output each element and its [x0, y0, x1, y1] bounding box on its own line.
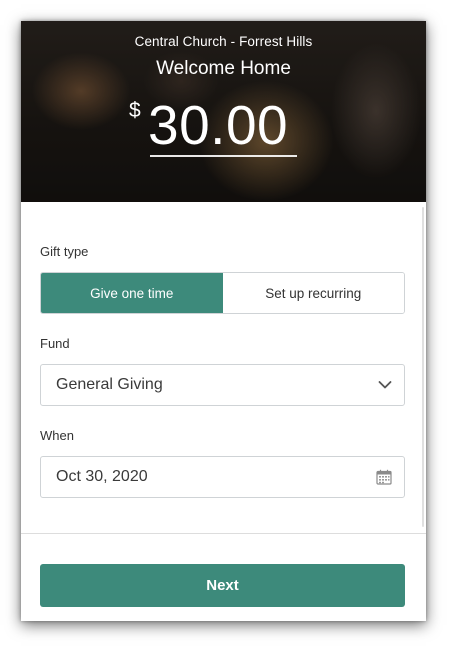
fund-select[interactable]: General Giving: [40, 364, 405, 406]
gift-type-toggle: Give one time Set up recurring: [40, 272, 405, 314]
fund-select-value: General Giving: [56, 376, 163, 393]
scrollbar[interactable]: [422, 207, 424, 527]
welcome-heading: Welcome Home: [156, 58, 291, 79]
set-up-recurring-button[interactable]: Set up recurring: [222, 273, 404, 313]
date-field[interactable]: Oct 30, 2020: [40, 456, 405, 498]
church-name: Central Church - Forrest Hills: [134, 34, 313, 49]
next-button[interactable]: Next: [40, 564, 405, 607]
when-label: When: [40, 428, 74, 443]
date-field-value: Oct 30, 2020: [56, 468, 148, 485]
gift-type-label: Gift type: [40, 244, 89, 259]
footer-divider: [21, 533, 426, 534]
giving-form-window: Central Church - Forrest Hills Welcome H…: [21, 21, 426, 621]
calendar-icon[interactable]: [376, 469, 392, 485]
amount-underline: [150, 155, 297, 157]
give-one-time-button[interactable]: Give one time: [41, 273, 223, 313]
chevron-down-icon: [378, 381, 392, 390]
amount-value[interactable]: 30.00: [148, 93, 288, 157]
hero-banner: Central Church - Forrest Hills Welcome H…: [21, 21, 426, 202]
fund-label: Fund: [40, 336, 70, 351]
currency-symbol: $: [129, 99, 141, 122]
